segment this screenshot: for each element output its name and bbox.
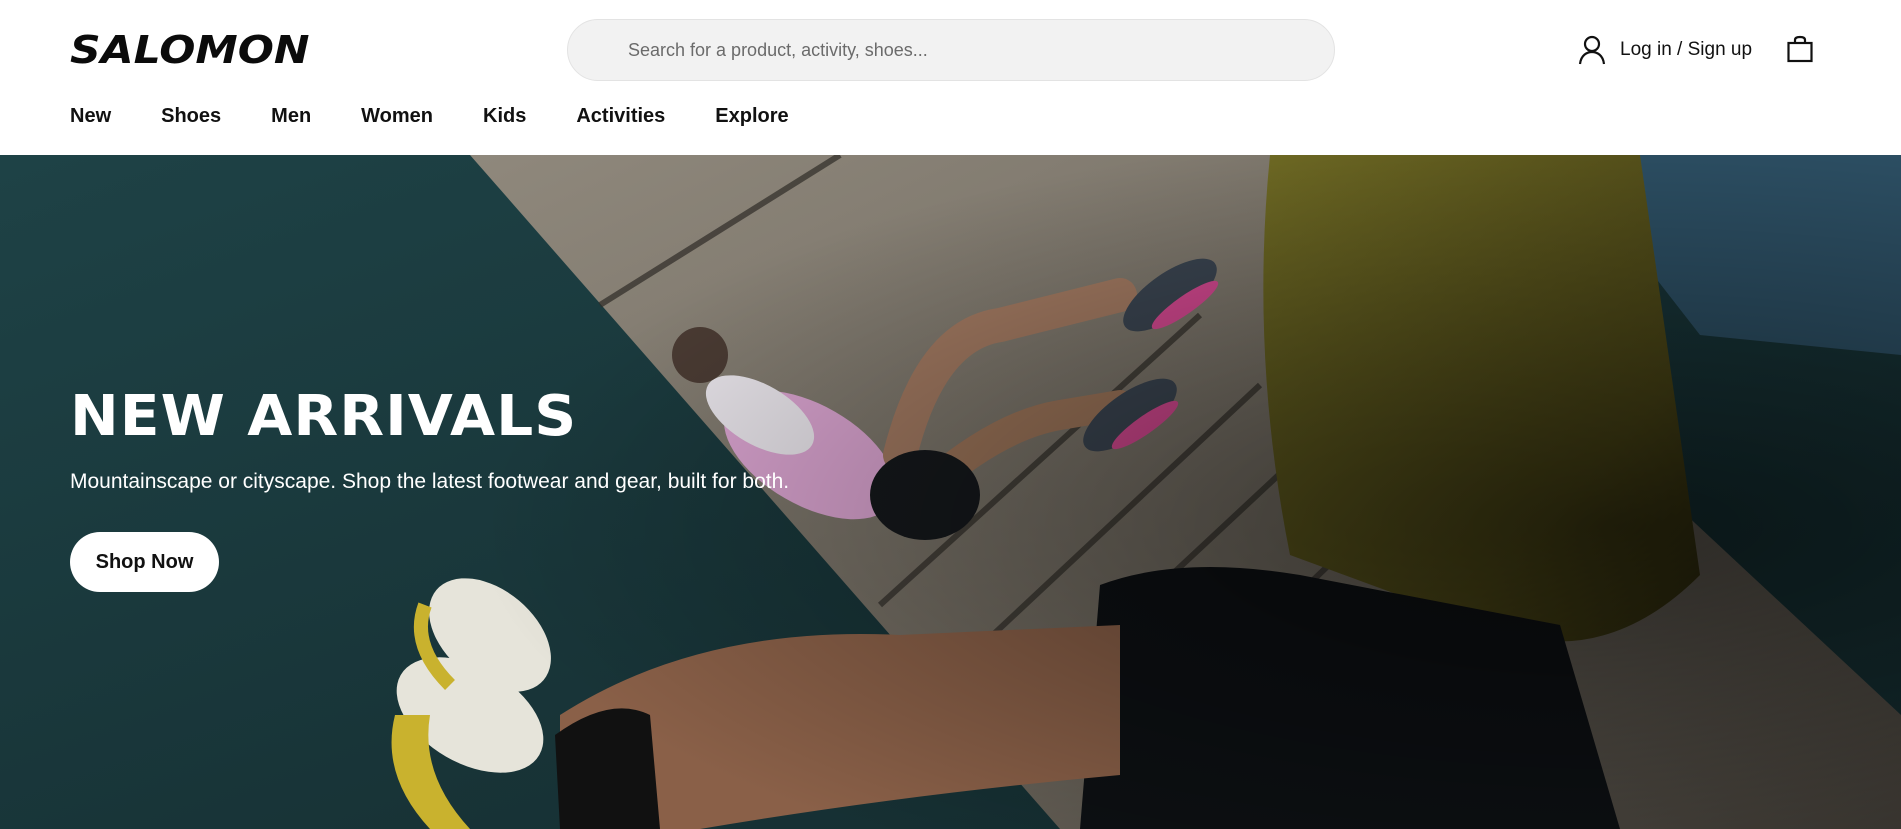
main-nav: New Shoes Men Women Kids Activities Expl… bbox=[70, 101, 839, 131]
nav-item-new[interactable]: New bbox=[70, 101, 111, 131]
search-input[interactable] bbox=[568, 20, 1334, 80]
hero-title: NEW ARRIVALS bbox=[70, 384, 578, 449]
search-bar[interactable] bbox=[567, 19, 1335, 81]
brand-logo[interactable]: SALOMON bbox=[70, 30, 310, 70]
nav-item-shoes[interactable]: Shoes bbox=[161, 101, 221, 131]
cart-button[interactable] bbox=[1786, 35, 1814, 63]
nav-item-activities[interactable]: Activities bbox=[576, 101, 665, 131]
nav-item-kids[interactable]: Kids bbox=[483, 101, 526, 131]
login-link[interactable]: Log in / Sign up bbox=[1578, 33, 1752, 67]
hero-subtitle: Mountainscape or cityscape. Shop the lat… bbox=[70, 470, 790, 493]
nav-item-women[interactable]: Women bbox=[361, 101, 433, 131]
nav-item-explore[interactable]: Explore bbox=[715, 101, 788, 131]
login-label: Log in / Sign up bbox=[1620, 39, 1753, 60]
shop-now-button[interactable]: Shop Now bbox=[70, 532, 219, 592]
user-icon bbox=[1578, 35, 1606, 65]
nav-item-men[interactable]: Men bbox=[271, 101, 311, 131]
shopping-bag-icon bbox=[1787, 35, 1813, 63]
site-header: SALOMON Log in / Sign up New Shoes Men W… bbox=[0, 0, 1901, 155]
hero-banner: NEW ARRIVALS Mountainscape or cityscape.… bbox=[0, 155, 1901, 829]
